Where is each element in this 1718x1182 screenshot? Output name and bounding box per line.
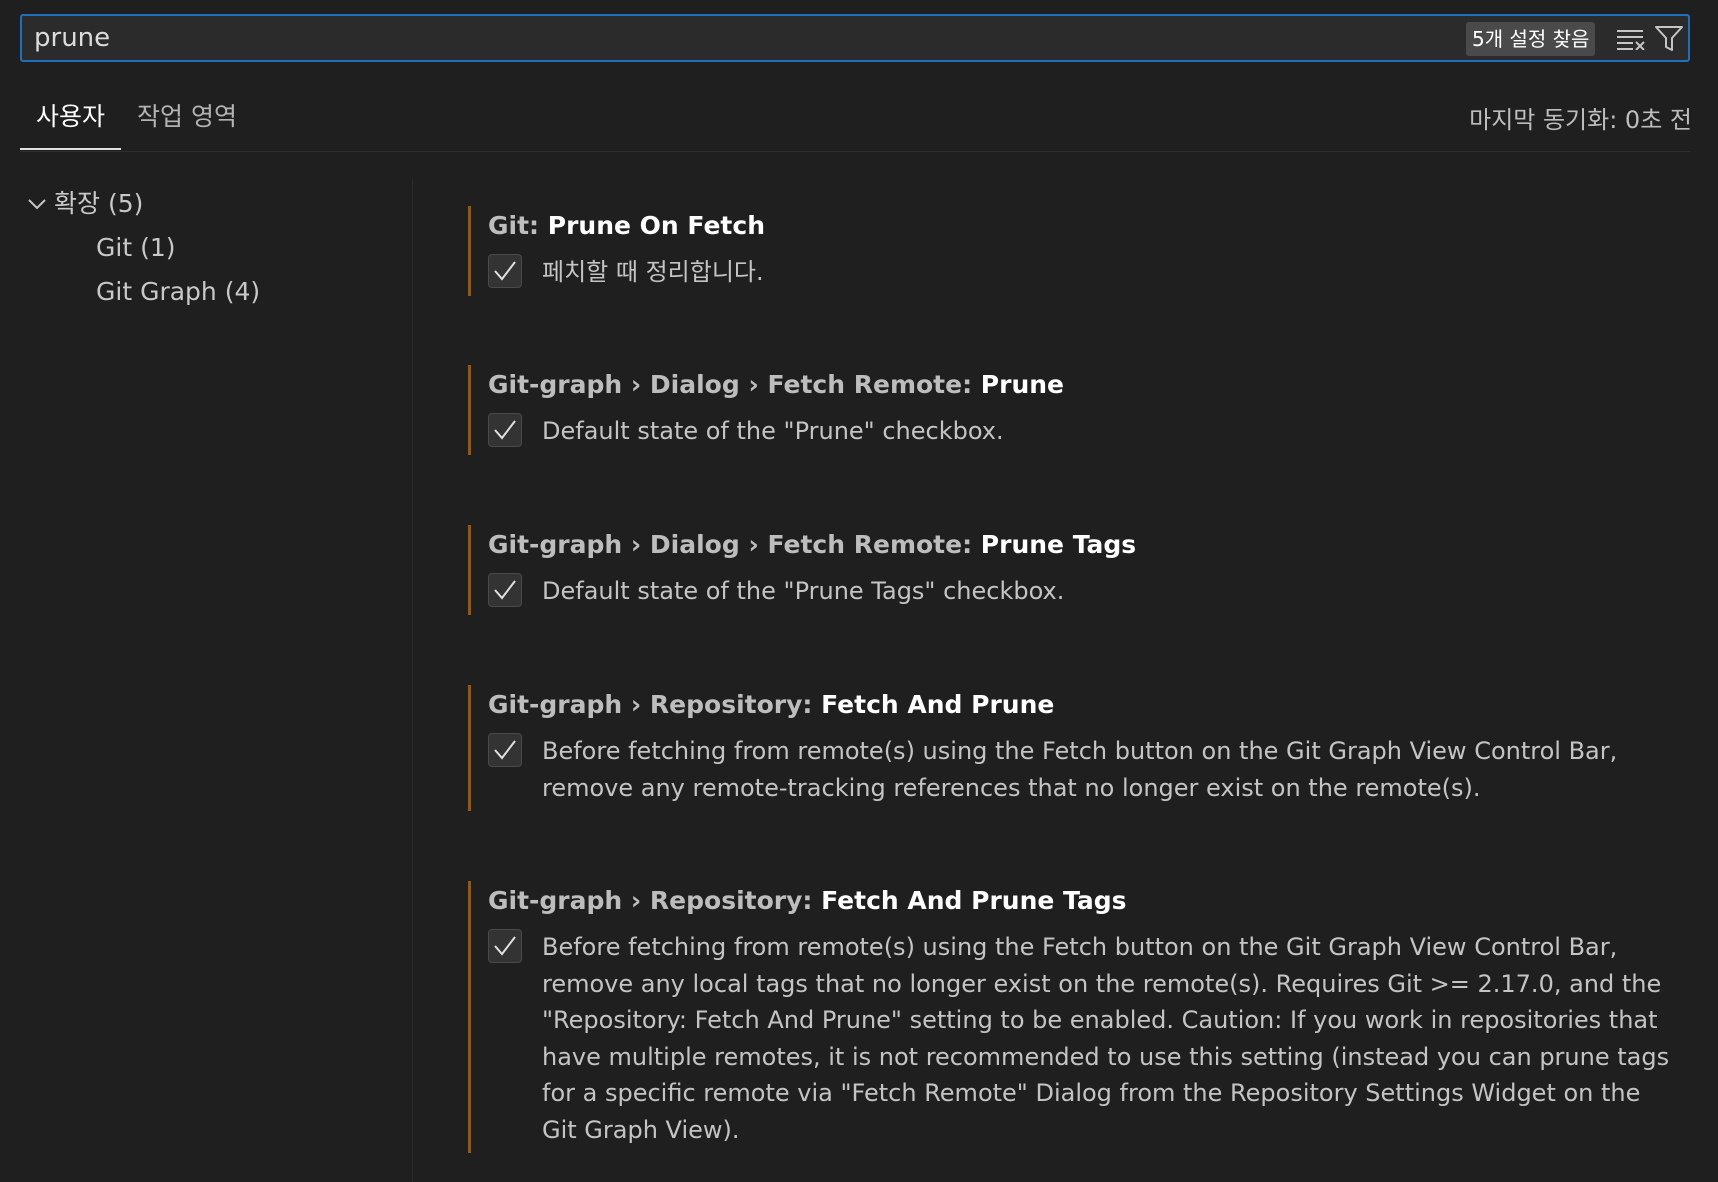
setting-key: Prune xyxy=(980,370,1064,399)
setting-item: Git-graph › Dialog › Fetch Remote: Prune… xyxy=(468,365,1668,455)
sync-status: 마지막 동기화: 0초 전 xyxy=(1469,106,1692,134)
modified-indicator xyxy=(468,206,471,296)
check-icon xyxy=(494,420,516,440)
clear-all-icon xyxy=(1617,30,1645,50)
setting-checkbox[interactable] xyxy=(488,254,522,288)
check-icon xyxy=(494,261,516,281)
tabs-divider xyxy=(20,151,1690,152)
search-result-count: 5개 설정 찾음 xyxy=(1466,22,1596,56)
toc-item-git-graph[interactable]: Git Graph (4) xyxy=(96,272,260,312)
setting-item: Git-graph › Dialog › Fetch Remote: Prune… xyxy=(468,525,1668,615)
toc-item-label: Git Graph (4) xyxy=(96,277,261,306)
setting-category: Git-graph › Repository: xyxy=(488,690,822,719)
check-icon xyxy=(494,580,516,600)
setting-key: Fetch And Prune Tags xyxy=(821,886,1127,915)
search-input[interactable] xyxy=(34,23,1474,53)
setting-checkbox[interactable] xyxy=(488,413,522,447)
setting-checkbox[interactable] xyxy=(488,733,522,767)
setting-checkbox[interactable] xyxy=(488,929,522,963)
settings-scope-tabs: 사용자 작업 영역 xyxy=(20,92,253,150)
setting-category: Git-graph › Repository: xyxy=(488,886,822,915)
setting-description: Default state of the "Prune" checkbox. xyxy=(542,417,1004,445)
setting-title: Git-graph › Repository: Fetch And Prune xyxy=(488,687,1054,723)
tab-workspace[interactable]: 작업 영역 xyxy=(121,92,253,150)
setting-checkbox[interactable] xyxy=(488,573,522,607)
setting-key: Prune Tags xyxy=(980,530,1137,559)
setting-title: Git-graph › Repository: Fetch And Prune … xyxy=(488,883,1127,919)
modified-indicator xyxy=(468,365,471,455)
setting-item: Git: Prune On Fetch 페치할 때 정리합니다. xyxy=(468,206,1668,296)
modified-indicator xyxy=(468,525,471,615)
sidebar-divider xyxy=(412,180,413,1182)
filter-button[interactable] xyxy=(1652,24,1686,54)
setting-description: Before fetching from remote(s) using the… xyxy=(542,737,1618,802)
toc-item-git[interactable]: Git (1) xyxy=(96,228,175,268)
setting-category: Git-graph › Dialog › Fetch Remote: xyxy=(488,530,981,559)
modified-indicator xyxy=(468,685,471,811)
toc-group-extensions[interactable]: 확장 (5) xyxy=(26,184,143,224)
setting-description: Default state of the "Prune Tags" checkb… xyxy=(542,577,1065,605)
setting-category: Git: xyxy=(488,211,548,240)
setting-title: Git-graph › Dialog › Fetch Remote: Prune xyxy=(488,367,1064,403)
check-icon xyxy=(494,936,516,956)
setting-key: Fetch And Prune xyxy=(821,690,1055,719)
setting-item: Git-graph › Repository: Fetch And Prune … xyxy=(468,685,1668,811)
setting-title: Git: Prune On Fetch xyxy=(488,208,765,244)
chevron-down-icon xyxy=(26,184,48,224)
setting-title: Git-graph › Dialog › Fetch Remote: Prune… xyxy=(488,527,1136,563)
clear-filters-button[interactable] xyxy=(1614,24,1648,54)
settings-search-bar: 5개 설정 찾음 xyxy=(20,14,1690,62)
check-icon xyxy=(494,740,516,760)
setting-key: Prune On Fetch xyxy=(547,211,765,240)
modified-indicator xyxy=(468,881,471,1153)
settings-editor: 5개 설정 찾음 사용자 작업 영역 마지막 동기화: 0초 전 xyxy=(0,0,1718,1182)
setting-item: Git-graph › Repository: Fetch And Prune … xyxy=(468,881,1669,1153)
toc-item-label: Git (1) xyxy=(96,233,176,262)
setting-description: 페치할 때 정리합니다. xyxy=(542,258,764,286)
filter-icon xyxy=(1655,26,1683,51)
setting-category: Git-graph › Dialog › Fetch Remote: xyxy=(488,370,981,399)
toc-group-label: 확장 (5) xyxy=(54,189,144,218)
setting-description: Before fetching from remote(s) using the… xyxy=(542,933,1670,1144)
tab-user[interactable]: 사용자 xyxy=(20,92,122,150)
